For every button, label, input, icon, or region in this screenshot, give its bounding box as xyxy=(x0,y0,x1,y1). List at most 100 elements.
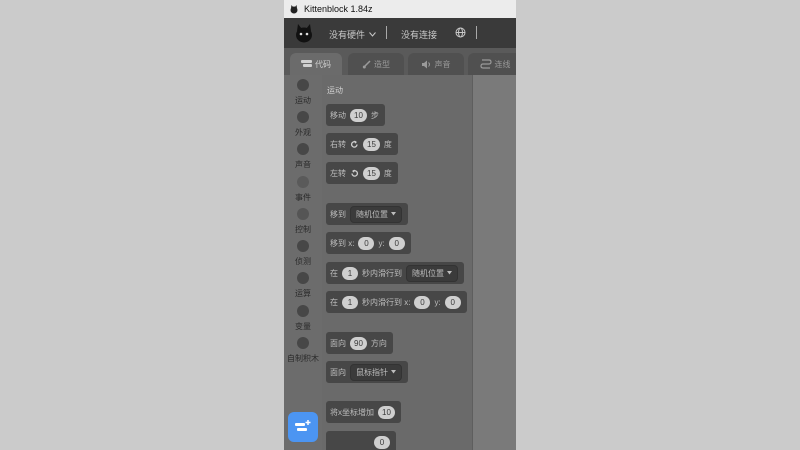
block-text: 将x坐标增加 xyxy=(330,407,374,417)
wire-icon xyxy=(479,59,492,69)
block-text: 度 xyxy=(383,139,392,149)
menu-divider xyxy=(476,26,477,39)
globe-icon[interactable] xyxy=(455,27,466,38)
category-dot xyxy=(297,240,309,252)
number-input[interactable]: 0 xyxy=(374,435,390,449)
number-input[interactable]: 15 xyxy=(363,137,380,151)
block-turn-right[interactable]: 右转 15 度 xyxy=(326,133,398,155)
rotate-right-icon xyxy=(350,140,358,148)
category-label: 事件 xyxy=(295,193,311,202)
block-turn-left[interactable]: 左转 15 度 xyxy=(326,162,398,184)
category-dot xyxy=(297,272,309,284)
block-text: 秒内滑行到 x: xyxy=(362,297,411,307)
direction-input[interactable]: 90 xyxy=(350,336,367,350)
category-label: 变量 xyxy=(295,322,311,331)
block-goto-xy[interactable]: 移到 x: 0 y: 0 xyxy=(326,232,411,254)
category-sound[interactable]: 声音 xyxy=(284,143,322,170)
block-text: y: xyxy=(378,238,385,248)
menu-bar: 没有硬件 没有连接 xyxy=(284,18,516,48)
number-input[interactable]: 15 xyxy=(363,166,380,180)
tab-costumes[interactable]: 造型 xyxy=(348,53,404,75)
tab-wiring[interactable]: 连线 xyxy=(468,53,516,75)
seconds-input[interactable]: 1 xyxy=(342,295,358,309)
block-move-steps[interactable]: 移动 10 步 xyxy=(326,104,385,126)
number-input[interactable]: 10 xyxy=(350,108,367,122)
target-dropdown[interactable]: 随机位置 xyxy=(406,264,458,282)
block-text: 步 xyxy=(370,110,379,120)
tab-code-label: 代码 xyxy=(315,59,331,69)
block-text: 方向 xyxy=(370,338,387,348)
category-dot xyxy=(297,111,309,123)
block-text: 在 xyxy=(330,297,338,307)
block-text: 度 xyxy=(383,168,392,178)
category-menu: 运动 外观 声音 事件 控制 侦测 运算 变量 自制积木 xyxy=(284,75,322,450)
category-label: 控制 xyxy=(295,225,311,234)
tab-sounds[interactable]: 声音 xyxy=(408,53,464,75)
block-text: 秒内滑行到 xyxy=(362,268,402,278)
category-label: 运算 xyxy=(295,289,311,298)
window-title: Kittenblock 1.84z xyxy=(304,4,373,14)
title-bar: Kittenblock 1.84z xyxy=(284,0,516,18)
tab-costumes-label: 造型 xyxy=(374,59,390,69)
y-input[interactable]: 0 xyxy=(444,295,461,309)
chevron-down-icon xyxy=(369,32,376,37)
x-input[interactable]: 0 xyxy=(358,236,375,250)
target-dropdown[interactable]: 鼠标指针 xyxy=(350,363,402,381)
kittenblock-window: Kittenblock 1.84z 没有硬件 没有连接 代码 造型 声音 连线 … xyxy=(284,0,516,450)
add-extension-button[interactable] xyxy=(288,412,318,442)
add-extension-icon xyxy=(295,420,311,431)
block-text: y: xyxy=(434,297,441,307)
category-dot xyxy=(297,143,309,155)
dropdown-value: 随机位置 xyxy=(356,209,388,219)
category-dot xyxy=(297,305,309,317)
caret-down-icon xyxy=(391,370,396,374)
block-text: 在 xyxy=(330,268,338,278)
block-text: 面向 xyxy=(330,367,346,377)
block-partial[interactable]: 0 xyxy=(326,431,396,450)
block-glide-to[interactable]: 在 1 秒内滑行到 随机位置 xyxy=(326,262,464,284)
category-variables[interactable]: 变量 xyxy=(284,305,322,332)
block-text: 移到 x: xyxy=(330,238,355,248)
category-label: 侦测 xyxy=(295,257,311,266)
category-motion[interactable]: 运动 xyxy=(284,79,322,106)
category-looks[interactable]: 外观 xyxy=(284,111,322,138)
palette-section-title: 运动 xyxy=(327,86,343,95)
block-glide-xy[interactable]: 在 1 秒内滑行到 x: 0 y: 0 xyxy=(326,291,467,313)
hardware-menu[interactable]: 没有硬件 xyxy=(329,28,376,41)
block-point-towards[interactable]: 面向 鼠标指针 xyxy=(326,361,408,383)
tab-code[interactable]: 代码 xyxy=(290,53,342,75)
number-input[interactable]: 10 xyxy=(378,405,395,419)
block-change-x[interactable]: 将x坐标增加 10 xyxy=(326,401,401,423)
category-control[interactable]: 控制 xyxy=(284,208,322,235)
y-input[interactable]: 0 xyxy=(388,236,405,250)
block-point-direction[interactable]: 面向 90 方向 xyxy=(326,332,393,354)
script-area[interactable] xyxy=(472,75,516,450)
target-dropdown[interactable]: 随机位置 xyxy=(350,205,402,223)
category-my-blocks[interactable]: 自制积木 xyxy=(284,337,322,364)
tab-wiring-label: 连线 xyxy=(494,59,511,69)
dropdown-value: 随机位置 xyxy=(412,268,444,278)
x-input[interactable]: 0 xyxy=(414,295,431,309)
category-sensing[interactable]: 侦测 xyxy=(284,240,322,267)
hardware-label: 没有硬件 xyxy=(329,30,366,40)
tab-sounds-label: 声音 xyxy=(434,59,451,69)
rotate-left-icon xyxy=(351,169,359,177)
code-workspace: 运动 外观 声音 事件 控制 侦测 运算 变量 自制积木 运动 移动 10 步 … xyxy=(284,75,516,450)
category-dot xyxy=(297,208,309,220)
block-text: 右转 xyxy=(330,139,346,149)
category-dot xyxy=(297,176,309,188)
category-label: 自制积木 xyxy=(287,354,319,363)
cat-app-icon xyxy=(290,5,298,14)
category-operators[interactable]: 运算 xyxy=(284,272,322,299)
category-events[interactable]: 事件 xyxy=(284,176,322,203)
caret-down-icon xyxy=(447,271,452,275)
menu-divider xyxy=(386,26,387,39)
category-dot xyxy=(297,79,309,91)
dropdown-value: 鼠标指针 xyxy=(356,367,388,377)
category-label: 外观 xyxy=(295,128,311,137)
seconds-input[interactable]: 1 xyxy=(342,266,358,280)
block-goto[interactable]: 移到 随机位置 xyxy=(326,203,408,225)
brush-icon xyxy=(362,59,371,68)
speaker-icon xyxy=(421,60,430,68)
connection-menu[interactable]: 没有连接 xyxy=(401,28,437,41)
